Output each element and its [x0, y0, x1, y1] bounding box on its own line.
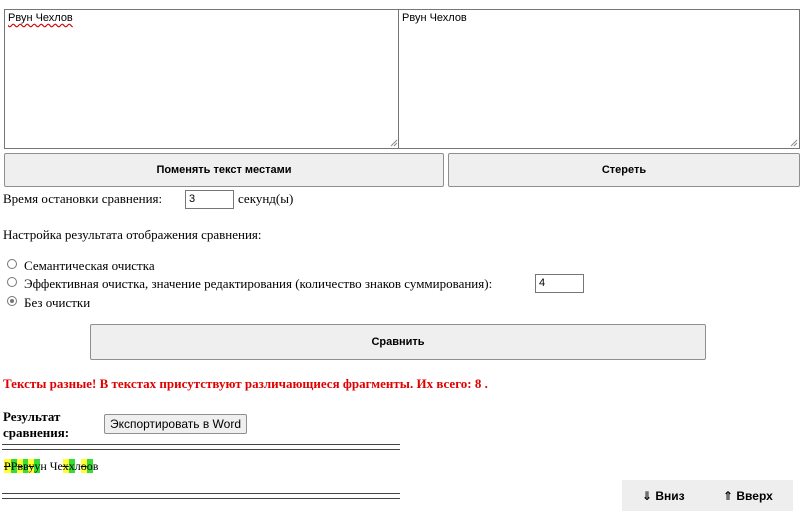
no-cleanup-label: Без очистки: [24, 295, 91, 310]
diff-result: РРввуун Чеххлоов: [4, 459, 98, 474]
diff-equal-fragment: л: [74, 459, 81, 473]
result-label: Результат сравнения:: [3, 409, 69, 441]
diff-deleted-fragment: х: [62, 459, 69, 473]
scroll-up-button[interactable]: ⇑ Вверх: [723, 489, 773, 503]
settings-title: Настройка результата отображения сравнен…: [3, 227, 262, 242]
separator-top: [2, 444, 400, 450]
separator-bottom: [2, 493, 400, 499]
timeout-label: Время остановки сравнения:: [3, 191, 163, 206]
left-text-area[interactable]: Рвун Чехлов: [4, 9, 400, 149]
no-cleanup-radio[interactable]: [7, 296, 17, 306]
efficient-value-input[interactable]: 4: [535, 274, 584, 293]
result-label-line2: сравнения:: [3, 425, 70, 440]
timeout-unit: секунд(ы): [238, 191, 294, 206]
result-message: Тексты разные! В текстах присутствуют ра…: [3, 376, 488, 391]
scroll-down-button[interactable]: ⇓ Вниз: [642, 489, 685, 503]
diff-equal-fragment: н Че: [40, 459, 63, 473]
timeout-input[interactable]: 3: [185, 190, 234, 209]
semantic-radio[interactable]: [7, 259, 17, 269]
resize-grip-icon[interactable]: [390, 139, 398, 147]
swap-text-button[interactable]: Поменять текст местами: [4, 153, 444, 187]
result-label-line1: Результат: [3, 409, 61, 424]
scroll-nav: ⇓ Вниз ⇑ Вверх: [622, 480, 793, 511]
left-text-content: Рвун Чехлов: [8, 12, 73, 24]
diff-equal-fragment: в: [92, 459, 99, 473]
right-text-area[interactable]: Рвун Чехлов: [398, 9, 800, 149]
efficient-radio[interactable]: [7, 277, 17, 287]
export-word-button[interactable]: Экспортировать в Word: [104, 414, 247, 434]
resize-grip-icon[interactable]: [790, 139, 798, 147]
semantic-label: Семантическая очистка: [24, 258, 155, 273]
diff-deleted-fragment: Р: [4, 459, 11, 473]
clear-button[interactable]: Стереть: [448, 153, 800, 187]
right-text-content: Рвун Чехлов: [402, 12, 467, 24]
compare-button[interactable]: Сравнить: [90, 324, 706, 360]
diff-deleted-fragment: о: [80, 459, 87, 473]
efficient-label: Эффективная очистка, значение редактиров…: [24, 276, 493, 291]
